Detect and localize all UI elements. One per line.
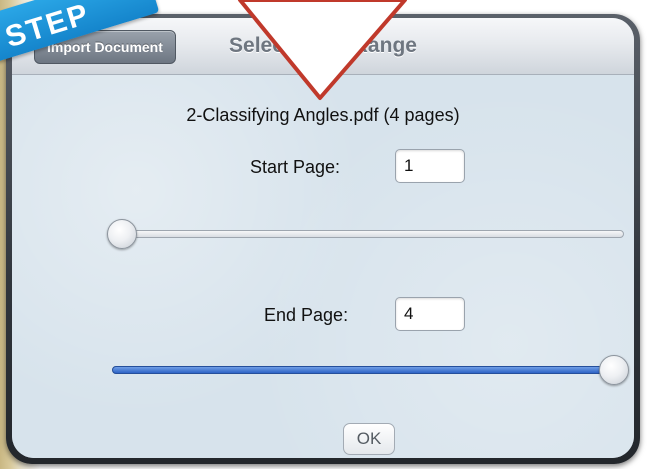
dialog-content: 2-Classifying Angles.pdf (4 pages) Start… xyxy=(12,75,634,458)
start-page-slider[interactable] xyxy=(107,219,624,249)
document-name-label: 2-Classifying Angles.pdf (4 pages) xyxy=(186,105,460,125)
start-page-label: Start Page: xyxy=(250,157,341,177)
start-page-input[interactable] xyxy=(395,149,465,183)
end-slider-fill xyxy=(112,366,614,374)
end-page-label: End Page: xyxy=(264,305,349,325)
start-slider-track xyxy=(112,230,624,238)
start-slider-thumb[interactable] xyxy=(107,219,137,249)
end-page-slider[interactable] xyxy=(112,355,629,385)
start-page-row: Start Page: xyxy=(12,149,634,185)
end-slider-thumb[interactable] xyxy=(599,355,629,385)
end-page-row: End Page: xyxy=(12,297,634,333)
ok-button[interactable]: OK xyxy=(343,423,395,455)
end-page-input[interactable] xyxy=(395,297,465,331)
select-page-range-dialog: Select Page Range Import Document 2-Clas… xyxy=(12,18,634,458)
